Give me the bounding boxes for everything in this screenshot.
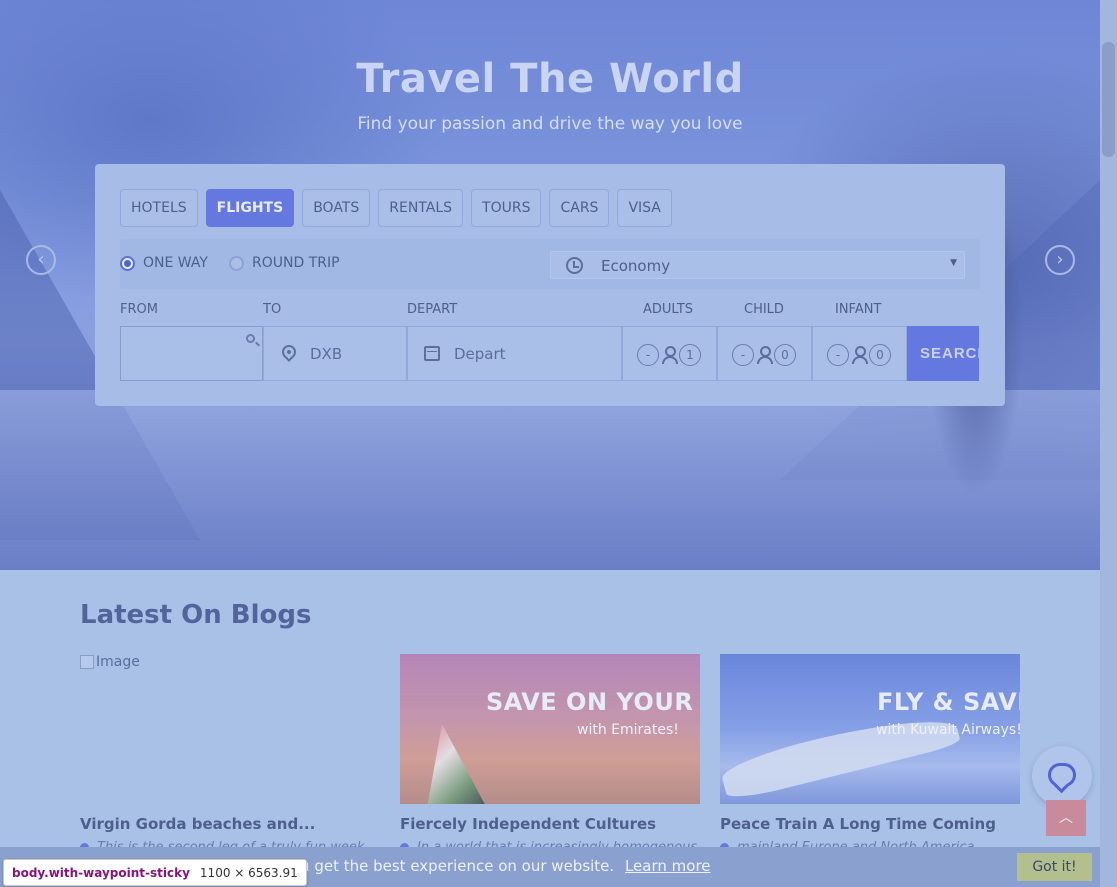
infant-minus-button[interactable]: -	[827, 344, 849, 366]
chevron-left-icon: ‹	[37, 249, 45, 270]
adults-stepper: - 1	[622, 326, 717, 381]
chat-widget-button[interactable]	[1032, 746, 1092, 806]
infant-label: INFANT	[835, 302, 882, 317]
blog-card-title[interactable]: Fiercely Independent Cultures	[400, 815, 656, 833]
calendar-icon	[424, 346, 440, 361]
child-count[interactable]: 0	[774, 344, 796, 366]
airplane-tail-graphic	[426, 724, 490, 804]
hero-subtitle: Find your passion and drive the way you …	[357, 114, 743, 134]
scrollbar-thumb[interactable]	[1102, 42, 1115, 157]
field-labels: FROM TO DEPART ADULTS CHILD INFANT	[120, 302, 980, 318]
search-icon	[246, 334, 255, 343]
tab-boats[interactable]: BOATS	[302, 189, 371, 227]
one-way-radio[interactable]: ONE WAY	[120, 255, 208, 271]
back-to-top-button[interactable]: ︿	[1046, 800, 1086, 836]
clock-icon	[566, 257, 583, 274]
cookie-accept-button[interactable]: Got it!	[1017, 853, 1092, 881]
depart-placeholder: Depart	[454, 345, 506, 363]
adults-count[interactable]: 1	[679, 344, 701, 366]
from-label: FROM	[120, 302, 158, 317]
airplane-graphic	[720, 705, 962, 803]
search-button[interactable]: SEARCH	[907, 326, 979, 381]
blog-card-title[interactable]: Virgin Gorda beaches and...	[80, 815, 315, 833]
depart-date-input[interactable]: Depart	[407, 326, 622, 381]
chat-bubble-icon	[1048, 763, 1076, 787]
promo-headline: SAVE ON YOUR FL	[486, 688, 700, 716]
promo-tagline: with Emirates!	[577, 722, 679, 738]
cookie-text: you get the best experience on our websi…	[282, 857, 615, 875]
one-way-label: ONE WAY	[143, 255, 208, 271]
to-input[interactable]: DXB	[263, 326, 407, 381]
person-icon	[661, 346, 678, 364]
search-fields: DXB Depart - 1 - 0 - 0 SEARC	[120, 326, 980, 381]
cookie-message: you get the best experience on our websi…	[282, 857, 711, 875]
learn-more-link[interactable]: Learn more	[625, 857, 711, 875]
location-pin-icon	[279, 342, 299, 362]
slider-prev-button[interactable]: ‹	[26, 245, 56, 275]
tab-tours[interactable]: TOURS	[471, 189, 542, 227]
image-alt-text: Image	[96, 654, 140, 670]
depart-label: DEPART	[407, 302, 458, 317]
person-icon	[756, 346, 773, 364]
cabin-class-value: Economy	[601, 257, 671, 275]
blog-card-image[interactable]: FLY & SAVE with Kuwait Airways!	[720, 654, 1020, 804]
child-minus-button[interactable]: -	[732, 344, 754, 366]
tab-hotels[interactable]: HOTELS	[120, 189, 198, 227]
adults-minus-button[interactable]: -	[637, 344, 659, 366]
from-input[interactable]	[120, 326, 263, 381]
devtools-element-tooltip: body.with-waypoint-sticky 1100 × 6563.91	[3, 859, 307, 886]
cabin-class-select[interactable]: Economy ▼	[550, 251, 965, 279]
caret-down-icon: ▼	[950, 258, 957, 268]
trip-type-row: ONE WAY ROUND TRIP Economy ▼	[120, 239, 980, 289]
search-tabs: HOTELS FLIGHTS BOATS RENTALS TOURS CARS …	[120, 189, 672, 227]
person-icon	[851, 346, 868, 364]
to-label: TO	[263, 302, 282, 317]
page-scrollbar[interactable]	[1100, 0, 1117, 887]
devtools-selector: body.with-waypoint-sticky	[12, 865, 190, 880]
broken-image-icon	[80, 655, 94, 669]
broken-image: Image	[80, 654, 380, 670]
child-stepper: - 0	[717, 326, 812, 381]
promo-headline: FLY & SAVE	[877, 688, 1020, 716]
hero-section: Travel The World Find your passion and d…	[0, 0, 1100, 570]
blog-card-image[interactable]: Image	[80, 654, 380, 804]
to-value: DXB	[310, 345, 343, 363]
adults-label: ADULTS	[643, 302, 694, 317]
slider-next-button[interactable]: ›	[1045, 245, 1075, 275]
radio-checked-icon	[120, 255, 135, 271]
chevron-up-icon: ︿	[1059, 810, 1073, 826]
tab-cars[interactable]: CARS	[549, 189, 610, 227]
round-trip-label: ROUND TRIP	[252, 255, 340, 271]
round-trip-radio[interactable]: ROUND TRIP	[229, 255, 340, 271]
child-label: CHILD	[744, 302, 784, 317]
search-panel: HOTELS FLIGHTS BOATS RENTALS TOURS CARS …	[95, 164, 1005, 406]
tab-flights[interactable]: FLIGHTS	[205, 189, 295, 227]
hero-title: Travel The World	[356, 56, 744, 102]
blog-card-title[interactable]: Peace Train A Long Time Coming	[720, 815, 996, 833]
blog-heading: Latest On Blogs	[80, 600, 312, 630]
radio-unchecked-icon	[229, 255, 244, 271]
infant-stepper: - 0	[812, 326, 907, 381]
infant-count[interactable]: 0	[869, 344, 891, 366]
chevron-right-icon: ›	[1056, 249, 1064, 270]
tab-visa[interactable]: VISA	[617, 189, 672, 227]
tab-rentals[interactable]: RENTALS	[378, 189, 464, 227]
devtools-dimensions: 1100 × 6563.91	[199, 865, 298, 880]
blog-card-image[interactable]: SAVE ON YOUR FL with Emirates!	[400, 654, 700, 804]
promo-tagline: with Kuwait Airways!	[876, 722, 1020, 738]
